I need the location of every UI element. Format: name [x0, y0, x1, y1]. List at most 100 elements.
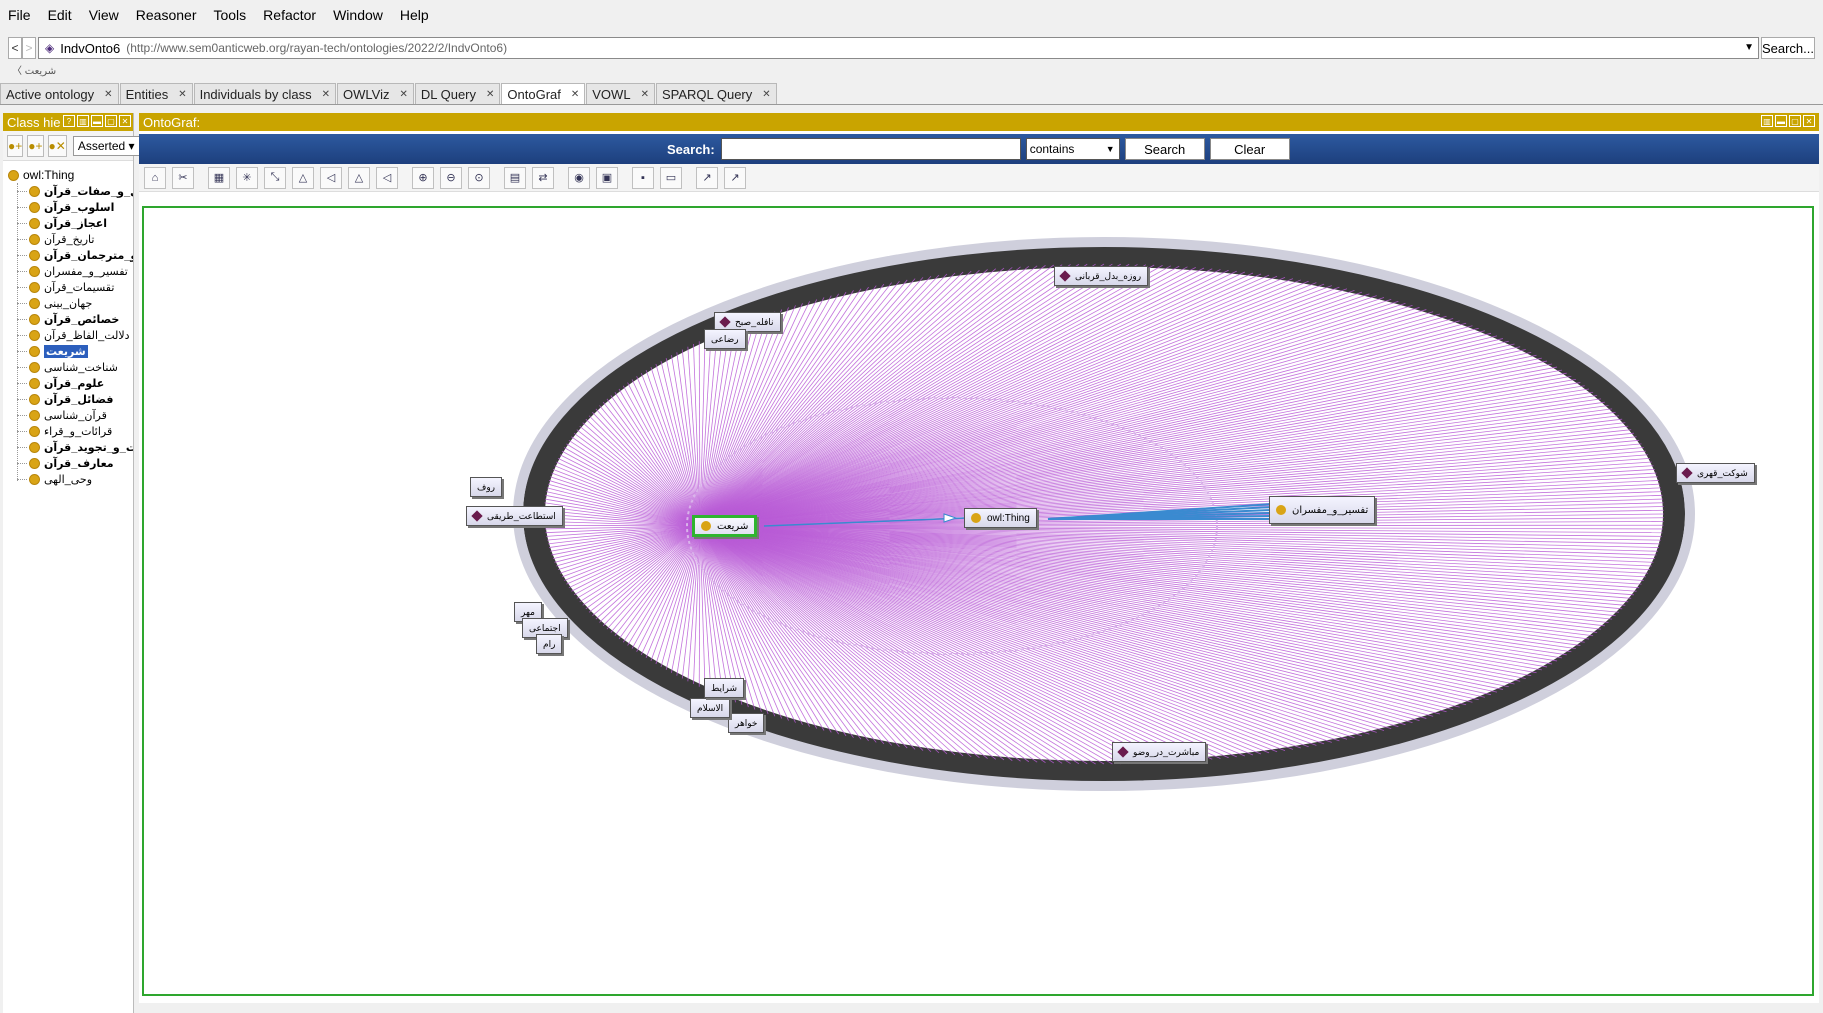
filter-arcs-icon[interactable]: ⇄ [532, 166, 554, 189]
close-icon[interactable]: ✕ [641, 89, 649, 100]
tree-horizontal-icon[interactable]: ◁ [320, 166, 342, 189]
tree-item[interactable]: شناخت_شناسی [3, 359, 133, 375]
close-icon[interactable]: ✕ [762, 89, 770, 100]
tree-item[interactable]: جهان_بینی [3, 295, 133, 311]
tab-dl-query[interactable]: DL Query ✕ [414, 83, 501, 104]
individual-node[interactable]: خواهر [728, 713, 765, 733]
clear-button[interactable]: Clear [1209, 138, 1290, 160]
tab-individuals-by-class[interactable]: Individuals by class ✕ [193, 83, 336, 104]
tab-entities[interactable]: Entities ✕ [119, 83, 193, 104]
export-image-icon[interactable]: ▣ [596, 166, 618, 189]
menu-help[interactable]: Help [400, 7, 429, 23]
filter-nodes-icon[interactable]: ▤ [504, 166, 526, 189]
asserted-selector[interactable]: Asserted ▾ [72, 135, 140, 156]
menu-edit[interactable]: Edit [48, 7, 72, 23]
tree-item[interactable]: قرآن_شناسی [3, 407, 133, 423]
class-node-tafsir[interactable]: تفسیر_و_مفسران [1269, 496, 1376, 524]
menu-window[interactable]: Window [333, 7, 383, 23]
forward-button[interactable]: > [21, 37, 36, 59]
ontology-selector[interactable]: ◈ IndvOnto6 (http://www.sem0anticweb.org… [37, 37, 1759, 59]
tree-vertical-icon[interactable]: △ [292, 166, 314, 189]
tab-owlviz[interactable]: OWLViz ✕ [336, 83, 414, 104]
add-sibling-icon[interactable]: ●+ [27, 134, 44, 157]
graph-canvas[interactable]: روزه_بدل_قربانی نافله_صبح رضاعی شوکت_قهر… [142, 206, 1814, 996]
tab-active-ontology[interactable]: Active ontology ✕ [0, 83, 119, 104]
vertical-directed-icon[interactable]: △ [348, 166, 370, 189]
close-icon[interactable]: ✕ [104, 89, 112, 100]
split-icon[interactable]: ▥ [1761, 115, 1773, 127]
individual-node[interactable]: شوکت_قهری [1676, 463, 1755, 483]
tab-vowl[interactable]: VOWL ✕ [586, 83, 655, 104]
home-icon[interactable]: ⌂ [144, 166, 166, 189]
menu-file[interactable]: File [8, 7, 31, 23]
individual-node[interactable]: روف [470, 477, 503, 497]
close-icon[interactable]: ✕ [1803, 115, 1815, 127]
tree-item[interactable]: خصائص_قرآن [3, 311, 133, 327]
zoom-fit-icon[interactable]: ⊙ [468, 166, 490, 189]
horizontal-directed-icon[interactable]: ◁ [376, 166, 398, 189]
search-input[interactable] [720, 138, 1021, 160]
breadcrumb-item[interactable]: شریعت [25, 66, 56, 77]
tree-item[interactable]: اسامی_و_صفات_قرآن [3, 183, 133, 199]
maximize-icon[interactable]: ▢ [1789, 115, 1801, 127]
grid-layout-icon[interactable]: ▦ [208, 166, 230, 189]
tree-item[interactable]: دلالت_الفاظ_قرآن [3, 327, 133, 343]
tab-sparql-query[interactable]: SPARQL Query ✕ [655, 83, 777, 104]
tree-item[interactable]: شریعت [3, 343, 133, 359]
search-button[interactable]: Search [1124, 138, 1205, 160]
individual-node[interactable]: شرایط [704, 678, 745, 698]
close-icon[interactable]: ✕ [178, 89, 186, 100]
tree-item[interactable]: قرائات_و_قراء [3, 423, 133, 439]
individual-node[interactable]: رضاعی [704, 329, 746, 349]
tree-item[interactable]: تاریخ_قرآن [3, 231, 133, 247]
close-icon[interactable]: ✕ [119, 115, 131, 127]
close-icon[interactable]: ✕ [322, 89, 330, 100]
menu-refactor[interactable]: Refactor [263, 7, 316, 23]
class-node-focus[interactable]: شریعت [692, 515, 758, 537]
minimize-icon[interactable]: ▬ [1775, 115, 1787, 127]
individual-node[interactable]: الاسلام [690, 698, 731, 718]
individual-node[interactable]: مباشرت_در_وضو [1112, 742, 1207, 762]
save-icon[interactable]: ▪ [632, 166, 654, 189]
radial-layout-icon[interactable]: ✳ [236, 166, 258, 189]
add-subclass-icon[interactable]: ●+ [7, 134, 24, 157]
menu-reasoner[interactable]: Reasoner [136, 7, 197, 23]
zoom-out-icon[interactable]: ⊖ [440, 166, 462, 189]
close-icon[interactable]: ✕ [399, 89, 407, 100]
global-search-button[interactable]: Search... [1760, 37, 1815, 59]
maximize-icon[interactable]: ▢ [105, 115, 117, 127]
help-icon[interactable]: ? [63, 115, 75, 127]
remove-icon[interactable]: ✂ [172, 166, 194, 189]
tree-item[interactable]: تقسیمات_قرآن [3, 279, 133, 295]
minimize-icon[interactable]: ▬ [91, 115, 103, 127]
tree-item[interactable]: فضائل_قرآن [3, 391, 133, 407]
split-icon[interactable]: ▥ [77, 115, 89, 127]
menu-tools[interactable]: Tools [213, 7, 246, 23]
export-dot-icon[interactable]: ↗ [696, 166, 718, 189]
tree-item[interactable]: معارف_قرآن [3, 455, 133, 471]
individual-node[interactable]: رام [536, 634, 563, 654]
export-image2-icon[interactable]: ↗ [724, 166, 746, 189]
tree-item[interactable]: قرائت_و_تجوید_قرآن [3, 439, 133, 455]
spring-layout-icon[interactable]: ⤡ [264, 166, 286, 189]
individual-node[interactable]: روزه_بدل_قربانی [1054, 266, 1149, 286]
class-node-owl-thing[interactable]: owl:Thing [964, 508, 1037, 528]
tab-ontograf[interactable]: OntoGraf ✕ [501, 83, 586, 104]
close-icon[interactable]: ✕ [571, 89, 579, 100]
chevron-down-icon[interactable]: ▼ [1744, 42, 1754, 53]
tree-item[interactable]: ترجمه_و_مترجمان_قرآن [3, 247, 133, 263]
zoom-in-icon[interactable]: ⊕ [412, 166, 434, 189]
tree-item[interactable]: تفسیر_و_مفسران [3, 263, 133, 279]
back-button[interactable]: < [8, 37, 22, 59]
individual-node[interactable]: استطاعت_طریقی [466, 506, 563, 526]
tree-root[interactable]: owl:Thing [3, 167, 133, 183]
snapshot-icon[interactable]: ◉ [568, 166, 590, 189]
delete-class-icon[interactable]: ●✕ [47, 134, 67, 157]
close-icon[interactable]: ✕ [486, 89, 494, 100]
tree-item[interactable]: علوم_قرآن [3, 375, 133, 391]
tree-item[interactable]: اعجاز_قرآن [3, 215, 133, 231]
tree-item[interactable]: وحی_الهی [3, 471, 133, 487]
tree-item[interactable]: اسلوب_قرآن [3, 199, 133, 215]
match-mode-select[interactable]: contains ▼ [1025, 138, 1120, 160]
open-icon[interactable]: ▭ [660, 166, 682, 189]
